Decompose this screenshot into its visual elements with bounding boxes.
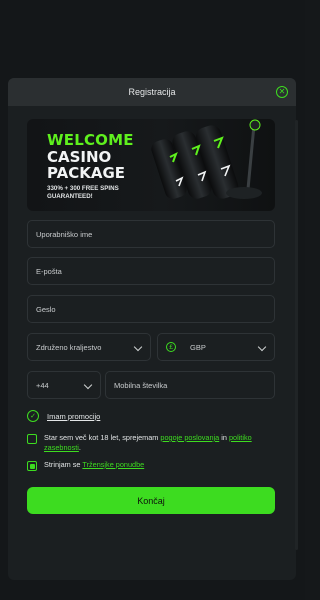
banner-sub-line1: 330% + 300 FREE SPINS: [47, 185, 119, 192]
promo-toggle[interactable]: ✓ Imam promocijo: [27, 410, 100, 422]
phone-code-select[interactable]: +44: [27, 371, 101, 399]
email-placeholder: E-pošta: [36, 266, 62, 276]
terms-text-before: Star sem več kot 18 let, sprejemam: [44, 433, 161, 442]
email-input[interactable]: E-pošta: [27, 257, 275, 285]
country-select[interactable]: Združeno kraljestvo: [27, 333, 151, 361]
username-placeholder: Uporabniško ime: [36, 229, 93, 239]
slot-reels-illustration: [151, 119, 262, 199]
pound-icon: £: [166, 342, 176, 352]
marketing-text: Strinjam se Tržensjke ponudbe: [44, 460, 144, 470]
password-placeholder: Geslo: [36, 304, 56, 314]
currency-select[interactable]: £ GBP: [157, 333, 275, 361]
check-circle-icon: ✓: [27, 410, 39, 422]
banner-subtitle: 330% + 300 FREE SPINS GUARANTEED!: [47, 185, 119, 201]
marketing-text-before: Strinjam se: [44, 460, 83, 469]
phone-code-value: +44: [36, 380, 49, 390]
banner-sub-line2: GUARANTEED!: [47, 193, 93, 200]
scrollbar[interactable]: [295, 120, 298, 550]
chevron-down-icon: [83, 380, 93, 390]
marketing-row: Strinjam se Tržensjke ponudbe: [27, 460, 275, 471]
mobile-placeholder: Mobilna številka: [114, 380, 168, 390]
terms-text-mid: in: [219, 433, 229, 442]
banner-line1: WELCOME: [47, 131, 134, 149]
close-icon[interactable]: ✕: [276, 86, 288, 98]
submit-button[interactable]: Končaj: [27, 487, 275, 514]
mobile-input[interactable]: Mobilna številka: [105, 371, 275, 399]
chevron-down-icon: [133, 342, 143, 352]
terms-checkbox[interactable]: [27, 434, 37, 444]
password-input[interactable]: Geslo: [27, 295, 275, 323]
currency-value: GBP: [190, 342, 206, 352]
marketing-link[interactable]: Tržensjke ponudbe: [82, 460, 144, 469]
welcome-banner: WELCOME CASINO PACKAGE 330% + 300 FREE S…: [27, 119, 275, 211]
banner-line3: PACKAGE: [47, 164, 126, 182]
terms-link[interactable]: pogoje poslovanja: [160, 433, 219, 442]
modal-header: Registracija ✕: [8, 78, 296, 106]
modal-title: Registracija: [128, 87, 176, 97]
terms-row: Star sem več kot 18 let, sprejemam pogoj…: [27, 433, 275, 453]
chevron-down-icon: [257, 342, 267, 352]
marketing-checkbox[interactable]: [27, 461, 37, 471]
terms-text: Star sem več kot 18 let, sprejemam pogoj…: [44, 433, 275, 453]
username-input[interactable]: Uporabniško ime: [27, 220, 275, 248]
country-value: Združeno kraljestvo: [36, 342, 102, 352]
promo-label: Imam promocijo: [47, 411, 101, 421]
terms-text-after: .: [78, 443, 81, 452]
